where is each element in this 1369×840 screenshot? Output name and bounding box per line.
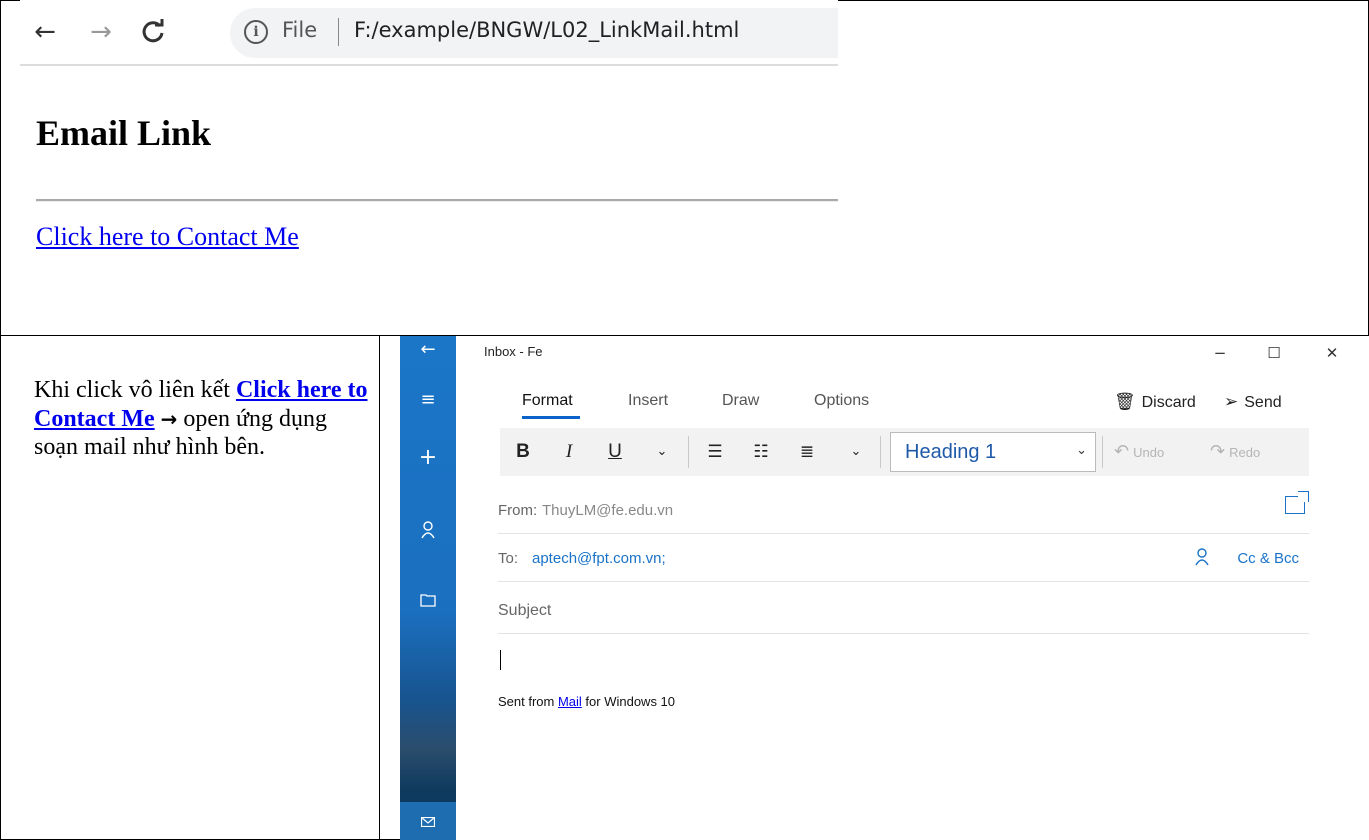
mail-link[interactable]: Mail bbox=[558, 694, 582, 709]
bullet-list-icon[interactable]: ☰ bbox=[702, 440, 728, 464]
italic-button[interactable]: I bbox=[558, 440, 580, 464]
browser-screenshot: ← → i File F:/example/BNGW/L02_LinkMail.… bbox=[20, 0, 838, 320]
new-mail-plus-icon[interactable]: + bbox=[400, 446, 456, 470]
tab-format[interactable]: Format bbox=[522, 392, 573, 410]
signature-suffix: for Windows 10 bbox=[581, 694, 676, 709]
subject-input[interactable]: Subject bbox=[498, 602, 551, 620]
close-button[interactable]: ✕ bbox=[1312, 341, 1352, 365]
undo-label: Undo bbox=[1133, 445, 1165, 460]
undo-button[interactable]: ↶ Undo bbox=[1114, 440, 1164, 464]
person-icon[interactable] bbox=[400, 518, 456, 542]
signature-prefix: Sent from bbox=[498, 694, 558, 709]
navigation-rail: ← ≡ + bbox=[400, 336, 456, 840]
back-arrow-icon[interactable]: ← bbox=[30, 14, 60, 50]
send-label: Send bbox=[1244, 394, 1282, 411]
cc-bcc-button[interactable]: Cc & Bcc bbox=[1237, 550, 1299, 567]
redo-icon: ↷ bbox=[1210, 441, 1226, 462]
page-heading: Email Link bbox=[36, 113, 212, 153]
arrow-icon: → bbox=[160, 406, 178, 431]
explanation-prefix: Khi click vô liên kết bbox=[34, 377, 236, 403]
info-icon[interactable]: i bbox=[244, 20, 268, 44]
mail-nav-item[interactable] bbox=[400, 802, 456, 840]
active-tab-indicator bbox=[522, 416, 580, 419]
from-value[interactable]: ThuyLM@fe.edu.vn bbox=[542, 502, 673, 519]
browser-toolbar: ← → i File F:/example/BNGW/L02_LinkMail.… bbox=[20, 0, 838, 66]
tab-options[interactable]: Options bbox=[814, 392, 869, 410]
contact-picker-icon[interactable] bbox=[1195, 548, 1209, 571]
to-label: To: bbox=[498, 550, 519, 567]
mail-icon bbox=[421, 817, 435, 827]
subject-row: Subject bbox=[498, 588, 1309, 634]
send-icon: ➢ bbox=[1224, 392, 1239, 412]
toolbar-divider bbox=[1102, 436, 1103, 468]
font-options-chevron-icon[interactable]: ⌄ bbox=[652, 440, 672, 464]
send-button[interactable]: ➢ Send bbox=[1224, 392, 1282, 412]
address-separator bbox=[338, 18, 339, 46]
discard-label: Discard bbox=[1141, 394, 1196, 411]
reload-icon[interactable] bbox=[138, 14, 168, 50]
chevron-down-icon: ⌄ bbox=[1076, 443, 1087, 458]
minimize-button[interactable]: − bbox=[1200, 341, 1240, 365]
redo-label: Redo bbox=[1229, 445, 1261, 460]
numbered-list-icon[interactable]: ☷ bbox=[748, 440, 774, 464]
tab-draw[interactable]: Draw bbox=[722, 392, 759, 410]
explanation-text: Khi click vô liên kết Click here to Cont… bbox=[34, 376, 370, 462]
forward-arrow-icon[interactable]: → bbox=[86, 14, 116, 50]
hamburger-menu-icon[interactable]: ≡ bbox=[400, 388, 456, 412]
paragraph-options-chevron-icon[interactable]: ⌄ bbox=[846, 440, 866, 464]
url-text[interactable]: F:/example/BNGW/L02_LinkMail.html bbox=[354, 18, 739, 42]
scheme-label: File bbox=[282, 18, 318, 42]
window-title: Inbox - Fe bbox=[484, 344, 543, 359]
toolbar-divider bbox=[688, 436, 689, 468]
toolbar-divider bbox=[880, 436, 881, 468]
bold-button[interactable]: B bbox=[512, 440, 534, 464]
to-input[interactable]: aptech@fpt.com.vn; bbox=[532, 550, 666, 567]
style-value: Heading 1 bbox=[905, 441, 997, 463]
back-arrow-icon[interactable]: ← bbox=[400, 338, 456, 362]
signature: Sent from Mail for Windows 10 bbox=[498, 694, 675, 709]
mail-compose-window: ← ≡ + Inbox - Fe − ☐ ✕ Format Insert Dra… bbox=[400, 336, 1369, 840]
from-label: From: bbox=[498, 502, 538, 519]
style-dropdown[interactable]: Heading 1 ⌄ bbox=[890, 432, 1096, 472]
contact-link[interactable]: Click here to Contact Me bbox=[36, 222, 299, 252]
discard-button[interactable]: 🗑 Discard bbox=[1114, 392, 1196, 412]
text-caret bbox=[500, 650, 501, 670]
underline-button[interactable]: U bbox=[604, 440, 626, 464]
pop-out-icon[interactable] bbox=[1285, 491, 1309, 514]
folder-icon[interactable] bbox=[400, 588, 456, 612]
tab-insert[interactable]: Insert bbox=[628, 392, 668, 410]
align-icon[interactable]: ≣ bbox=[794, 440, 820, 464]
trash-icon: 🗑 bbox=[1114, 392, 1136, 412]
redo-button[interactable]: ↷ Redo bbox=[1210, 440, 1260, 464]
horizontal-rule bbox=[36, 199, 838, 202]
to-row: To: aptech@fpt.com.vn; Cc & Bcc bbox=[498, 538, 1309, 582]
undo-icon: ↶ bbox=[1114, 441, 1130, 462]
format-toolbar: B I U ⌄ ☰ ☷ ≣ ⌄ Heading 1 ⌄ ↶ Undo ↷ Redo bbox=[500, 428, 1309, 476]
from-row: From: ThuyLM@fe.edu.vn bbox=[498, 490, 1309, 534]
address-bar[interactable]: i File F:/example/BNGW/L02_LinkMail.html bbox=[230, 8, 838, 58]
maximize-button[interactable]: ☐ bbox=[1254, 341, 1294, 365]
